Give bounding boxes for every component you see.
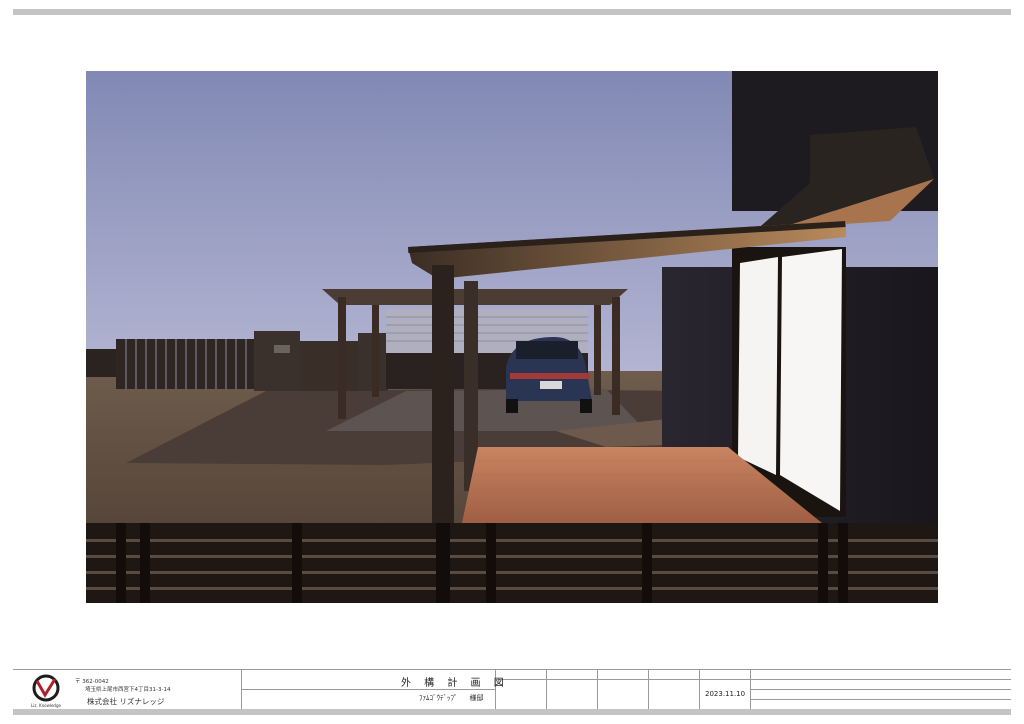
window-left	[738, 257, 778, 475]
mailbox	[274, 345, 290, 353]
drawing-date: 2023.11.10	[705, 690, 746, 698]
svg-text:Liz. Knowledge: Liz. Knowledge	[31, 703, 62, 708]
company-postal-code: 〒 362-0042	[75, 679, 109, 685]
gate-pillar	[254, 331, 300, 391]
drawing-title: 外 構 計 画 図	[401, 678, 509, 689]
client-name-text: ﾌｧﾑｺﾞｳﾃﾞｯﾌﾟ	[419, 694, 458, 702]
left-railing	[86, 349, 116, 377]
terrace-post	[432, 265, 454, 535]
window-right	[780, 249, 842, 511]
company-logo-icon: Liz. Knowledge	[31, 674, 62, 708]
render-illustration	[86, 71, 938, 603]
bottom-border-bar	[13, 709, 1011, 715]
company-address: 埼玉県上尾市西宮下4丁目31-3-14	[85, 687, 171, 693]
company-name: 株式会社 リズナレッジ	[87, 697, 165, 706]
client-name: ﾌｧﾑｺﾞｳﾃﾞｯﾌﾟ 様邸	[419, 693, 484, 703]
exterior-render-image	[86, 71, 938, 603]
top-border-bar	[13, 9, 1011, 15]
gate-door	[300, 341, 358, 391]
client-suffix: 様邸	[469, 694, 484, 702]
front-fence	[86, 523, 938, 603]
title-block: Liz. Knowledge 〒 362-0042 埼玉県上尾市西宮下4丁目31…	[13, 669, 1011, 709]
